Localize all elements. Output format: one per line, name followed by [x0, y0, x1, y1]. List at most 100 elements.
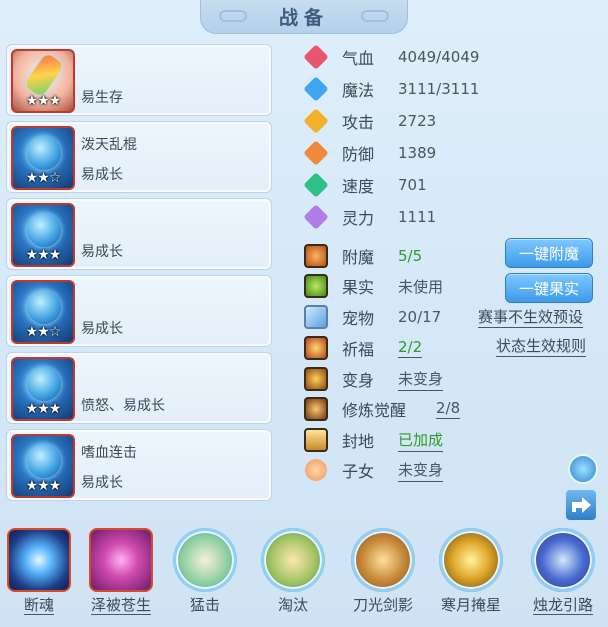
transform-icon [304, 367, 328, 391]
extra-label: 变身 [342, 371, 375, 390]
heart-icon [303, 44, 329, 70]
extra-label: 宠物 [342, 309, 375, 328]
pet-list: ★★★ 易生存 ★★☆ 泼天乱棍 易成长 ★★★ 易成长 ★★☆ 易成长 ★★★ [6, 44, 272, 506]
stat-value: 1111 [398, 208, 437, 226]
heavy-strike-skill-icon [173, 528, 237, 592]
fruit-icon [304, 274, 328, 298]
fief-icon [304, 428, 328, 452]
pet-card-2[interactable]: ★★☆ 泼天乱棍 易成长 [6, 121, 272, 193]
pet-traits: 愤怒、易成长 [81, 398, 165, 414]
stat-mp: 魔法 3111/3111 [303, 76, 480, 102]
skill-label: 猛击 [189, 596, 220, 614]
pet-stars: ★★☆ [25, 324, 62, 340]
blue-armored-pet-icon: ★★★ [11, 357, 75, 421]
skill-label: 刀光剑影 [352, 596, 413, 614]
skill-label: 断魂 [23, 596, 54, 615]
sword-icon [303, 108, 329, 134]
stat-label: 速度 [342, 177, 375, 196]
stat-label: 防御 [342, 145, 375, 164]
extra-value[interactable]: 已加成 [398, 429, 444, 452]
child-icon [304, 458, 328, 482]
eliminate-skill-icon [261, 528, 325, 592]
panel-title: 战备 [278, 7, 329, 29]
extra-cultivation: 修炼觉醒 2/8 [304, 396, 461, 422]
extra-pet: 宠物 20/17 [304, 304, 441, 330]
extra-value[interactable]: 2/8 [436, 399, 461, 419]
pet-stars: ★★★ [25, 401, 62, 417]
pet-card-1[interactable]: ★★★ 易生存 [6, 44, 272, 116]
pet-card-3[interactable]: ★★★ 易成长 [6, 198, 272, 270]
stat-value: 2723 [398, 112, 437, 130]
pet-traits: 易成长 [81, 321, 123, 337]
extra-child: 子女 未变身 [304, 457, 444, 483]
share-icon[interactable] [566, 490, 596, 520]
pet-card-6[interactable]: ★★★ 嗜血连击 易成长 [6, 429, 272, 501]
extra-blessing: 祈福 2/2 [304, 335, 423, 361]
bless-all-skill-icon [89, 528, 153, 592]
stat-speed: 速度 701 [303, 172, 427, 198]
enchant-icon [304, 244, 328, 268]
lightning-icon [303, 172, 329, 198]
pet-card-4[interactable]: ★★☆ 易成长 [6, 275, 272, 347]
skill-label: 淘汰 [277, 596, 308, 614]
title-left-ornament [219, 10, 247, 22]
skill-candle-dragon[interactable]: 烛龙引路 [528, 528, 598, 615]
extra-value[interactable]: 未变身 [398, 368, 444, 391]
stat-defense: 防御 1389 [303, 140, 437, 166]
auto-fruit-button[interactable]: 一键果实 [505, 273, 593, 303]
extra-fief: 封地 已加成 [304, 427, 444, 453]
pet-traits: 易成长 [81, 475, 123, 491]
pet-icon [304, 305, 328, 329]
stat-label: 灵力 [342, 209, 375, 228]
skill-label: 烛龙引路 [532, 596, 593, 615]
extra-enchant: 附魔 5/5 [304, 243, 422, 269]
auto-enchant-button[interactable]: 一键附魔 [505, 238, 593, 268]
cultivation-icon [304, 397, 328, 421]
preset-link[interactable]: 赛事不生效预设 [478, 307, 584, 328]
stat-hp: 气血 4049/4049 [303, 44, 479, 70]
blade-light-skill-icon [351, 528, 415, 592]
extra-label: 修炼觉醒 [342, 401, 407, 420]
skill-label: 泽被苍生 [90, 596, 151, 615]
blue-armored-pet-icon: ★★★ [11, 434, 75, 498]
panel-title-bar: 战备 [200, 0, 408, 34]
stat-value: 701 [398, 176, 427, 194]
extra-value: 未使用 [398, 277, 444, 296]
stat-spirit: 灵力 1111 [303, 204, 437, 230]
extra-label: 附魔 [342, 248, 375, 267]
blue-armored-pet-icon: ★★★ [11, 203, 75, 267]
stat-value: 3111/3111 [398, 80, 480, 98]
stat-value: 1389 [398, 144, 437, 162]
stat-label: 攻击 [342, 113, 375, 132]
extra-label: 果实 [342, 278, 375, 297]
pet-card-5[interactable]: ★★★ 愤怒、易成长 [6, 352, 272, 424]
pet-skill-name: 嗜血连击 [81, 445, 137, 461]
skill-bless-all[interactable]: 泽被苍生 [86, 528, 156, 615]
extra-value[interactable]: 2/2 [398, 338, 423, 358]
pet-stars: ★★★ [25, 93, 62, 109]
extra-value[interactable]: 未变身 [398, 459, 444, 482]
pet-stars: ★★★ [25, 478, 62, 494]
cold-moon-skill-icon [439, 528, 503, 592]
pet-stars: ★★☆ [25, 170, 62, 186]
pet-skill-name: 泼天乱棍 [81, 137, 137, 153]
blue-armored-pet-icon: ★★☆ [11, 280, 75, 344]
pet-stars: ★★★ [25, 247, 62, 263]
skill-blade-light[interactable]: 刀光剑影 [348, 528, 418, 614]
extra-label: 封地 [342, 432, 375, 451]
skill-eliminate[interactable]: 淘汰 [258, 528, 328, 614]
ice-popsicle-pet-icon: ★★★ [11, 49, 75, 113]
skill-heavy-strike[interactable]: 猛击 [170, 528, 240, 614]
extra-value: 20/17 [398, 308, 442, 326]
refresh-icon[interactable] [568, 454, 598, 484]
stat-attack: 攻击 2723 [303, 108, 437, 134]
rules-link[interactable]: 状态生效规则 [496, 336, 587, 357]
skill-soul-break[interactable]: 断魂 [4, 528, 74, 615]
extra-fruit: 果实 未使用 [304, 273, 443, 299]
pet-traits: 易成长 [81, 244, 123, 260]
skill-cold-moon[interactable]: 寒月掩星 [436, 528, 506, 614]
extra-value: 5/5 [398, 247, 423, 265]
candle-dragon-skill-icon [531, 528, 595, 592]
blessing-icon [304, 336, 328, 360]
skill-label: 寒月掩星 [440, 596, 501, 614]
